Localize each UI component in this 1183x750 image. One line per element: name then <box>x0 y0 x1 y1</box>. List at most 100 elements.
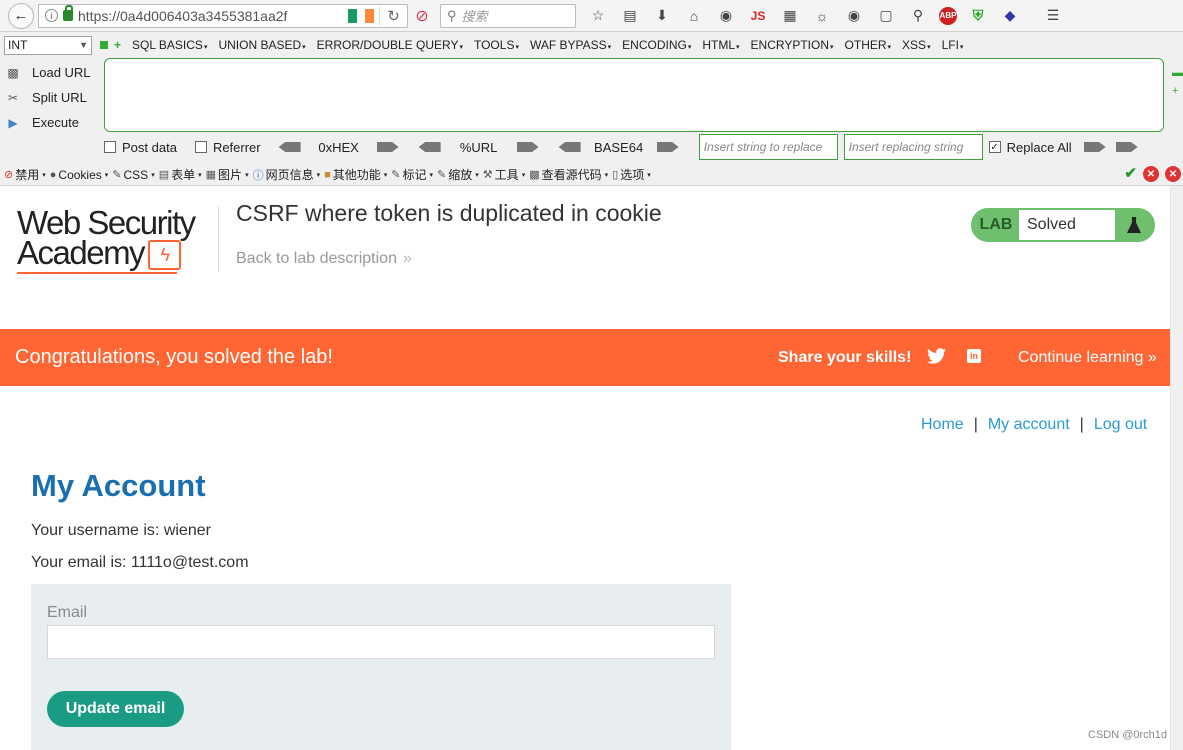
referrer-box[interactable] <box>194 141 207 153</box>
screenshot-icon[interactable]: ▢ <box>875 5 897 27</box>
split-url-label: Split URL <box>32 90 87 105</box>
minus-icon[interactable] <box>100 41 108 49</box>
split-url-button[interactable]: ✂ Split URL <box>2 85 100 110</box>
home-icon[interactable]: ⌂ <box>683 5 705 27</box>
url-text[interactable]: https://0a4d006403a3455381aa2f <box>78 8 343 24</box>
menu-union-based[interactable]: UNION BASED <box>218 38 305 52</box>
post-data-checkbox[interactable]: Post data <box>104 140 177 155</box>
base64-label: BASE64 <box>594 139 644 155</box>
addon-view-source[interactable]: ▩ 查看源代码 <box>529 166 608 183</box>
nav-my-account-link[interactable]: My account <box>988 416 1070 434</box>
menu-xss[interactable]: XSS <box>902 38 931 52</box>
menu-encoding[interactable]: ENCODING <box>622 38 691 52</box>
menu-icon[interactable]: ☰ <box>1042 5 1064 27</box>
base64-decode-arrow-icon[interactable] <box>558 142 581 152</box>
noscript-icon[interactable]: ⊘ <box>411 5 433 27</box>
replace-string-input[interactable]: Insert string to replace <box>698 134 838 160</box>
replace-arrow-icon[interactable] <box>1083 142 1106 152</box>
replace-all-box[interactable]: ✓ <box>988 141 1001 153</box>
addon-view-source-label: 查看源代码 <box>541 168 602 182</box>
nav-log-out-link[interactable]: Log out <box>1094 416 1147 434</box>
adblock-icon[interactable]: ABP <box>939 6 957 25</box>
menu-waf-bypass[interactable]: WAF BYPASS <box>530 38 611 52</box>
download-icon[interactable]: ⬇ <box>651 5 673 27</box>
congrats-text: Congratulations, you solved the lab! <box>15 346 333 368</box>
post-data-box[interactable] <box>104 141 116 153</box>
update-email-button[interactable]: Update email <box>47 691 184 727</box>
menu-other[interactable]: OTHER <box>845 38 892 52</box>
load-url-button[interactable]: ▩ Load URL <box>2 60 100 85</box>
continue-learning-link[interactable]: Continue learning » <box>1018 349 1157 367</box>
back-to-lab-link[interactable]: Back to lab description » <box>236 250 412 268</box>
back-button[interactable]: ← <box>8 2 34 29</box>
top-navigation: Home | My account | Log out <box>921 416 1147 434</box>
url-decode-arrow-icon[interactable] <box>418 142 441 152</box>
hackbar-resize-controls[interactable]: ▬ + <box>1172 64 1183 100</box>
twitter-icon[interactable] <box>927 348 946 364</box>
hex-encode-arrow-icon[interactable] <box>376 142 399 152</box>
change-email-form: Email Update email <box>31 584 731 750</box>
addon-cookies[interactable]: ● Cookies <box>50 168 109 182</box>
addon-other-functions[interactable]: ■ 其他功能 <box>324 166 387 183</box>
replacing-string-input[interactable]: Insert replacing string <box>843 134 983 160</box>
menu-encryption[interactable]: ENCRYPTION <box>751 38 834 52</box>
execute-button[interactable]: ▶ Execute <box>2 110 100 135</box>
page-scrollbar[interactable] <box>1170 186 1183 750</box>
web-page: Web Security Academy ϟ CSRF where token i… <box>0 186 1170 750</box>
plus-icon[interactable]: + <box>114 38 121 52</box>
addon-css[interactable]: ✎ CSS <box>112 168 154 182</box>
logo-line-2: Academy ϟ <box>17 236 217 271</box>
referrer-label: Referrer <box>212 139 261 155</box>
url-bar[interactable]: i https://0a4d006403a3455381aa2f ↻ <box>38 3 408 28</box>
base64-encoder: BASE64 <box>558 139 679 155</box>
base64-encode-arrow-icon[interactable] <box>656 142 679 152</box>
book-icon: ■ <box>324 168 331 181</box>
reload-icon[interactable]: ↻ <box>379 6 407 25</box>
shield-icon[interactable]: ⛨ <box>967 5 989 27</box>
clipboard-icon: ▤ <box>158 169 170 181</box>
email-field[interactable] <box>47 625 715 659</box>
globe-icon[interactable]: ◉ <box>715 5 737 27</box>
reading-list-icon[interactable]: ▤ <box>619 5 641 27</box>
logo-underline <box>17 272 177 275</box>
addon-forms-label: 表单 <box>171 168 196 182</box>
search-bar[interactable]: ⚲ 搜索 <box>440 3 576 28</box>
menu-error-double-query[interactable]: ERROR/DOUBLE QUERY <box>317 38 463 52</box>
close-circle-icon[interactable]: ✕ <box>1143 166 1159 182</box>
hackbar-url-textarea[interactable] <box>104 58 1164 132</box>
addon-images[interactable]: ▦ 图片 <box>206 166 249 183</box>
addon-forms[interactable]: ▤ 表单 <box>159 166 202 183</box>
addon-page-info[interactable]: ⓘ 网页信息 <box>253 166 321 183</box>
addon-zoom[interactable]: ✎ 缩放 <box>437 166 479 183</box>
menu-tools[interactable]: TOOLS <box>474 38 519 52</box>
menu-sql-basics[interactable]: SQL BASICS <box>132 38 207 52</box>
eye-icon[interactable]: ◉ <box>843 5 865 27</box>
info-icon[interactable]: i <box>45 9 58 22</box>
addon-page-info-label: 网页信息 <box>265 168 314 182</box>
referrer-checkbox[interactable]: Referrer <box>194 139 261 155</box>
addon-options[interactable]: ▯ 选项 <box>612 166 651 183</box>
search-icon[interactable]: ⚲ <box>907 5 929 27</box>
replace-back-arrow-icon[interactable] <box>1115 142 1138 152</box>
int-select[interactable]: INT ▼ <box>4 35 92 55</box>
bookmark-star-icon[interactable]: ☆ <box>587 5 609 27</box>
menu-html[interactable]: HTML <box>702 38 739 52</box>
replace-all-checkbox[interactable]: ✓ Replace All <box>988 140 1072 155</box>
url-encode-arrow-icon[interactable] <box>516 142 539 152</box>
addon-disable[interactable]: ⊘ 禁用 <box>4 166 46 183</box>
menu-lfi[interactable]: LFI <box>942 38 964 52</box>
addon-tools[interactable]: ⚒ 工具 <box>483 166 525 183</box>
check-icon[interactable]: ✔ <box>1124 166 1137 182</box>
linkedin-icon[interactable]: in <box>967 349 981 363</box>
palette-icon[interactable]: ☼ <box>811 5 833 27</box>
nav-home-link[interactable]: Home <box>921 416 964 434</box>
javascript-icon[interactable]: JS <box>747 5 769 27</box>
image-icon[interactable]: ▦ <box>779 5 801 27</box>
extension-icon[interactable]: ◆ <box>999 5 1021 27</box>
close-circle-icon-2[interactable]: ✕ <box>1165 166 1181 182</box>
addon-options-label: 选项 <box>620 168 645 182</box>
addon-mark[interactable]: ✎ 标记 <box>391 166 433 183</box>
hex-decode-arrow-icon[interactable] <box>278 142 301 152</box>
header-divider <box>218 206 219 272</box>
web-security-academy-logo[interactable]: Web Security Academy ϟ <box>17 206 217 275</box>
